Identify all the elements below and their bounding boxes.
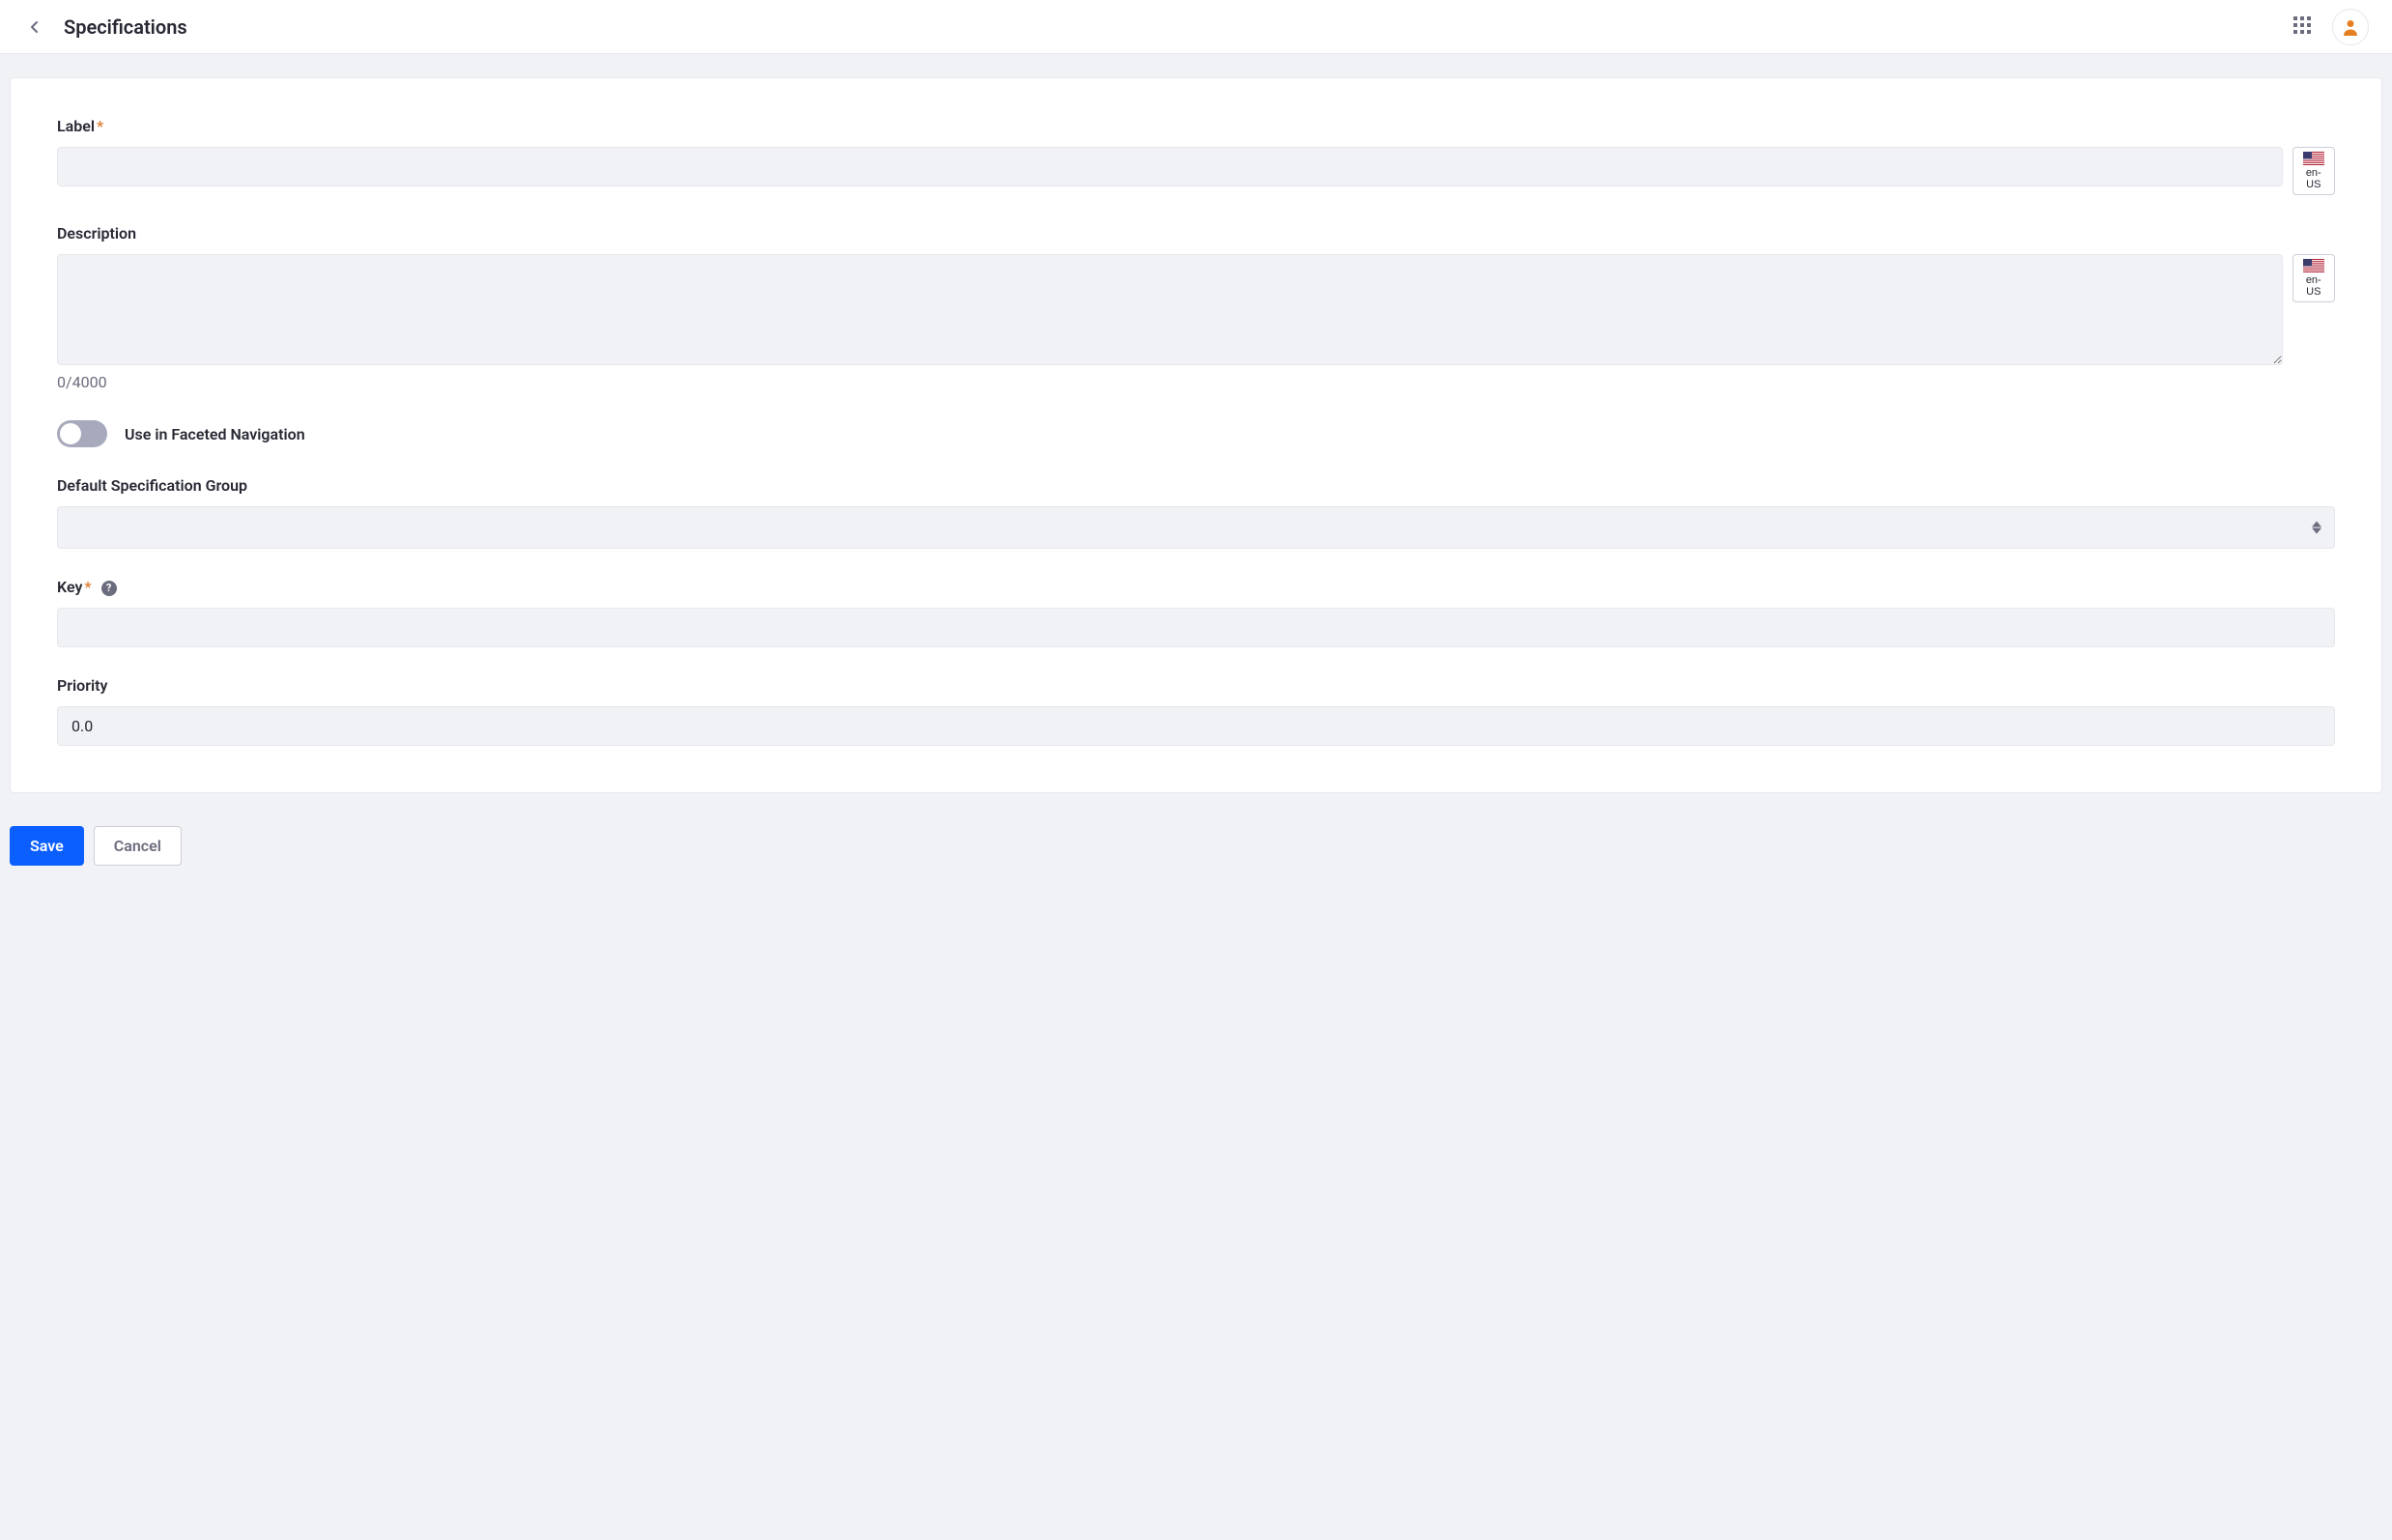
- description-locale-text: en-US: [2299, 274, 2328, 298]
- user-icon: [2341, 17, 2360, 37]
- save-button[interactable]: Save: [10, 826, 84, 866]
- spec-group-select[interactable]: [57, 506, 2335, 549]
- key-group: Key* ?: [57, 578, 2335, 647]
- us-flag-icon: [2303, 152, 2324, 165]
- chevron-left-icon: [27, 19, 43, 35]
- actions-bar: Save Cancel: [0, 803, 2392, 889]
- label-locale-button[interactable]: en-US: [2292, 147, 2335, 195]
- required-asterisk: *: [84, 578, 91, 596]
- label-text: Label: [57, 117, 95, 135]
- form-card: Label* en-US Description: [10, 77, 2382, 793]
- faceted-nav-toggle[interactable]: [57, 420, 107, 447]
- spec-group-label: Default Specification Group: [57, 476, 2335, 495]
- description-input-row: en-US: [57, 254, 2335, 365]
- key-input[interactable]: [57, 608, 2335, 647]
- us-flag-icon: [2303, 259, 2324, 272]
- label-input[interactable]: [57, 147, 2283, 186]
- priority-field-label: Priority: [57, 676, 2335, 695]
- content-wrapper: Label* en-US Description: [0, 54, 2392, 803]
- user-avatar[interactable]: [2332, 9, 2369, 45]
- select-wrapper: [57, 506, 2335, 549]
- key-field-label: Key* ?: [57, 578, 2335, 596]
- topbar-right: [2290, 9, 2369, 45]
- description-char-counter: 0/4000: [57, 373, 2335, 391]
- toggle-thumb: [60, 423, 81, 444]
- faceted-nav-group: Use in Faceted Navigation: [57, 420, 2335, 447]
- description-group: Description en-US 0/4000: [57, 224, 2335, 391]
- priority-group: Priority: [57, 676, 2335, 746]
- topbar-left: Specifications: [23, 15, 187, 39]
- key-text: Key: [57, 578, 82, 596]
- label-locale-text: en-US: [2299, 167, 2328, 190]
- topbar: Specifications: [0, 0, 2392, 54]
- label-group: Label* en-US: [57, 117, 2335, 195]
- required-asterisk: *: [97, 117, 103, 135]
- priority-input[interactable]: [57, 706, 2335, 746]
- help-icon[interactable]: ?: [101, 581, 117, 596]
- description-textarea[interactable]: [57, 254, 2283, 365]
- spec-group-group: Default Specification Group: [57, 476, 2335, 549]
- page-title: Specifications: [64, 15, 187, 39]
- cancel-button[interactable]: Cancel: [94, 826, 182, 866]
- toggle-row: Use in Faceted Navigation: [57, 420, 2335, 447]
- label-input-row: en-US: [57, 147, 2335, 195]
- apps-button[interactable]: [2290, 13, 2315, 41]
- description-field-label: Description: [57, 224, 2335, 242]
- faceted-nav-label: Use in Faceted Navigation: [125, 425, 305, 443]
- back-button[interactable]: [23, 15, 46, 39]
- apps-grid-icon: [2293, 16, 2311, 34]
- description-locale-button[interactable]: en-US: [2292, 254, 2335, 302]
- label-field-label: Label*: [57, 117, 2335, 135]
